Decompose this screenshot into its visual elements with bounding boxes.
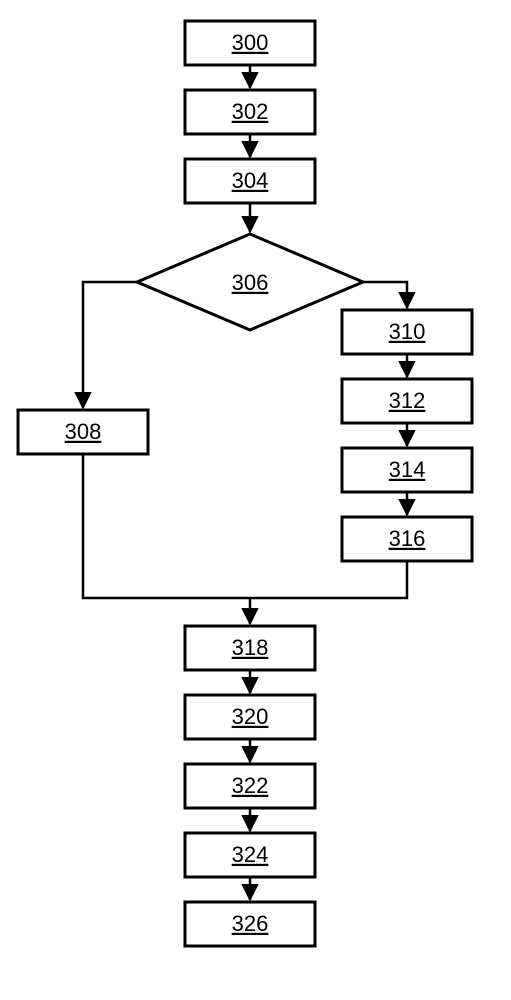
edge-316-merge: [250, 561, 407, 598]
node-320-label: 320: [232, 704, 269, 729]
node-308-label: 308: [65, 419, 102, 444]
node-322: 322: [185, 764, 315, 808]
node-326-label: 326: [232, 911, 269, 936]
node-314-label: 314: [389, 457, 426, 482]
node-310: 310: [342, 310, 472, 354]
node-304: 304: [185, 159, 315, 203]
node-322-label: 322: [232, 773, 269, 798]
node-326: 326: [185, 902, 315, 946]
edge-308-merge: [83, 454, 250, 598]
node-324-label: 324: [232, 842, 269, 867]
node-302: 302: [185, 90, 315, 134]
edge-306-308: [83, 282, 137, 408]
node-324: 324: [185, 833, 315, 877]
edge-306-310: [363, 282, 407, 308]
node-312-label: 312: [389, 388, 426, 413]
node-314: 314: [342, 448, 472, 492]
node-300-label: 300: [232, 30, 269, 55]
node-306-label: 306: [232, 270, 269, 295]
node-300: 300: [185, 21, 315, 65]
node-316-label: 316: [389, 526, 426, 551]
node-306: 306: [137, 234, 363, 330]
node-310-label: 310: [389, 319, 426, 344]
node-312: 312: [342, 379, 472, 423]
node-318: 318: [185, 626, 315, 670]
node-302-label: 302: [232, 99, 269, 124]
node-318-label: 318: [232, 635, 269, 660]
node-304-label: 304: [232, 168, 269, 193]
node-316: 316: [342, 517, 472, 561]
node-320: 320: [185, 695, 315, 739]
flowchart: 300 302 304 306 310 312 308 3: [0, 0, 511, 1000]
node-308: 308: [18, 410, 148, 454]
